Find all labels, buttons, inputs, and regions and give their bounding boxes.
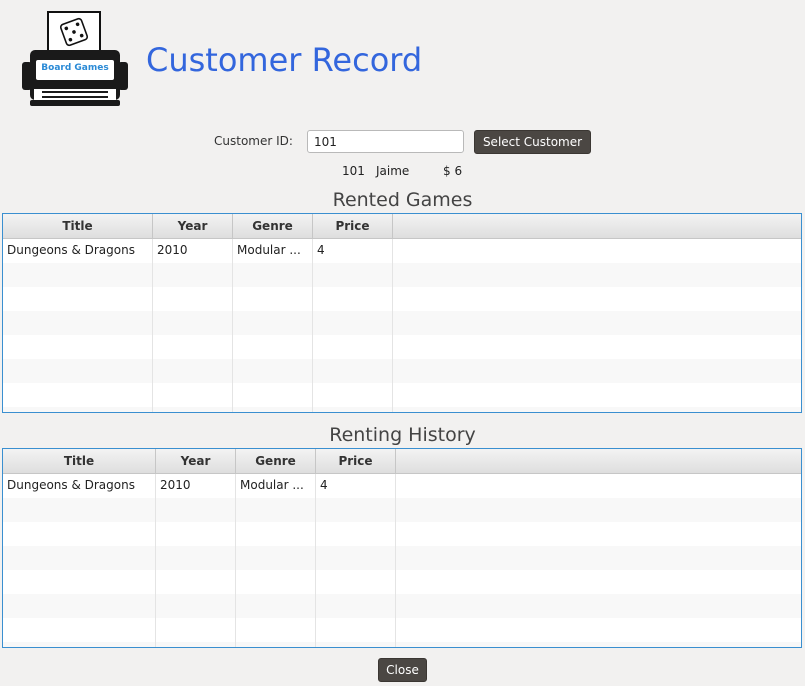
customer-balance: $ 6 <box>443 164 463 178</box>
select-customer-button[interactable]: Select Customer <box>474 130 591 154</box>
table-row-empty <box>3 407 801 412</box>
table-row-empty <box>3 335 801 359</box>
table-row-empty <box>3 618 801 642</box>
table-row-empty <box>3 642 801 647</box>
table-row-empty <box>3 263 801 287</box>
table-row-empty <box>3 522 801 546</box>
table-row-empty <box>3 594 801 618</box>
column-header-price[interactable]: Price <box>316 449 396 473</box>
table-row-empty <box>3 383 801 407</box>
column-header-genre[interactable]: Genre <box>233 214 313 238</box>
board-games-logo: Board Games <box>22 10 128 108</box>
customer-id-value: 101 <box>342 164 365 178</box>
column-header-genre[interactable]: Genre <box>236 449 316 473</box>
table-row[interactable]: Dungeons & Dragons 2010 Modular ... 4 <box>3 239 801 263</box>
rented-games-table[interactable]: Title Year Genre Price Dungeons & Dragon… <box>2 213 802 413</box>
column-header-empty <box>396 449 801 473</box>
table-row-empty <box>3 546 801 570</box>
rented-games-title: Rented Games <box>332 189 473 211</box>
table-row-empty <box>3 498 801 522</box>
cell-genre: Modular ... <box>236 474 316 498</box>
column-header-price[interactable]: Price <box>313 214 393 238</box>
customer-id-label: Customer ID: <box>214 134 293 148</box>
cell-year: 2010 <box>156 474 236 498</box>
cell-year: 2010 <box>153 239 233 263</box>
customer-name: Jaime <box>376 164 410 178</box>
column-header-title[interactable]: Title <box>3 214 153 238</box>
table-row-empty <box>3 311 801 335</box>
cell-genre: Modular ... <box>233 239 313 263</box>
column-header-year[interactable]: Year <box>153 214 233 238</box>
table-header: Title Year Genre Price <box>3 214 801 239</box>
table-row-empty <box>3 287 801 311</box>
cell-title: Dungeons & Dragons <box>3 474 156 498</box>
renting-history-title: Renting History <box>329 424 476 446</box>
cell-price: 4 <box>313 239 393 263</box>
customer-id-input[interactable] <box>307 130 464 153</box>
column-header-title[interactable]: Title <box>3 449 156 473</box>
table-row[interactable]: Dungeons & Dragons 2010 Modular ... 4 <box>3 474 801 498</box>
table-header: Title Year Genre Price <box>3 449 801 474</box>
logo-text: Board Games <box>41 63 109 73</box>
cell-price: 4 <box>316 474 396 498</box>
column-header-year[interactable]: Year <box>156 449 236 473</box>
column-header-empty <box>393 214 801 238</box>
table-row-empty <box>3 359 801 383</box>
renting-history-table[interactable]: Title Year Genre Price Dungeons & Dragon… <box>2 448 802 648</box>
dice-printer-icon <box>22 11 128 106</box>
close-button[interactable]: Close <box>378 658 427 682</box>
table-row-empty <box>3 570 801 594</box>
cell-title: Dungeons & Dragons <box>3 239 153 263</box>
page-title: Customer Record <box>146 41 423 79</box>
